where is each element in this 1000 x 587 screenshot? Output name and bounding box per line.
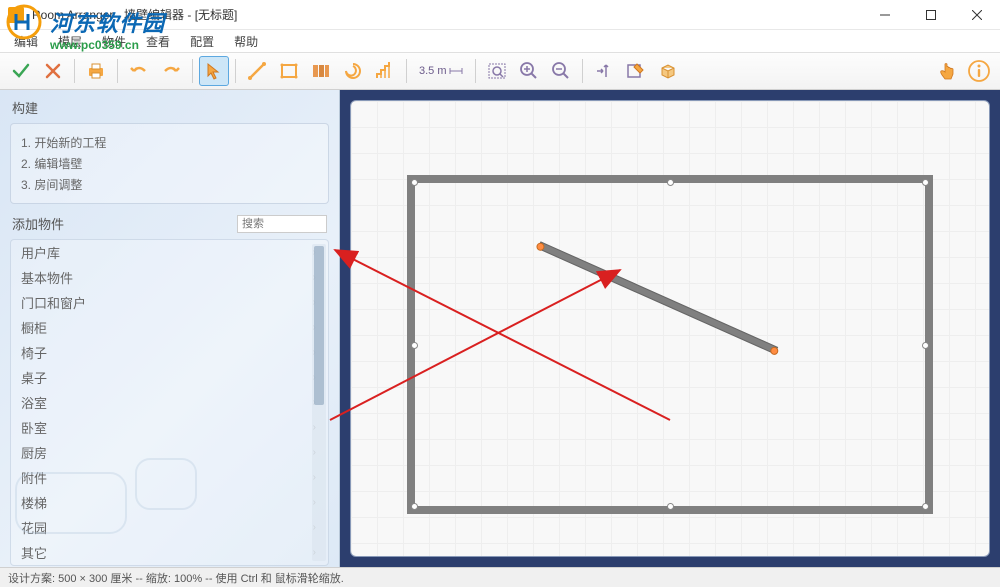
minimize-button[interactable] [862,0,908,30]
info-button[interactable] [964,56,994,86]
category-user[interactable]: 用户库› [11,240,328,265]
search-input[interactable] [237,215,327,233]
scrollbar-thumb[interactable] [314,246,324,405]
category-scrollbar[interactable] [312,244,326,561]
measure-tool[interactable]: 3.5 m [413,56,469,86]
box-3d-tool[interactable] [653,56,683,86]
build-panel-header: 构建 [0,90,339,123]
toolbar-separator [582,59,583,83]
category-bedroom[interactable]: 卧室› [11,415,328,440]
menubar: 编辑 模层 物件 查看 配置 帮助 [0,30,1000,52]
build-steps-box: 1. 开始新的工程 2. 编辑墙壁 3. 房间调整 [10,123,329,204]
category-garden[interactable]: 花园› [11,515,328,540]
resize-handle[interactable] [922,342,929,349]
resize-handle[interactable] [411,179,418,186]
category-list: 用户库› 基本物件› 门口和窗户› 橱柜› 椅子› 桌子› 浴室› 卧室› 厨房… [10,239,329,566]
zoom-in-button[interactable] [514,56,544,86]
window-title: Room Arranger - 墙壁编辑器 - [无标题] [32,6,237,23]
resize-handle[interactable] [667,179,674,186]
menu-objects[interactable]: 物件 [92,31,136,52]
status-text: 设计方案: 500 × 300 厘米 -- 缩放: 100% -- 使用 Ctr… [8,570,344,586]
select-tool[interactable] [199,56,229,86]
category-chair[interactable]: 椅子› [11,340,328,365]
menu-config[interactable]: 配置 [180,31,224,52]
category-cabinet[interactable]: 橱柜› [11,315,328,340]
statusbar: 设计方案: 500 × 300 厘米 -- 缩放: 100% -- 使用 Ctr… [0,567,1000,587]
category-bath[interactable]: 浴室› [11,390,328,415]
sidebar: 构建 1. 开始新的工程 2. 编辑墙壁 3. 房间调整 添加物件 用户库› 基… [0,90,340,567]
other-library-link[interactable]: 其它库... [0,566,339,567]
toolbar-separator [475,59,476,83]
resize-handle[interactable] [411,503,418,510]
category-kitchen[interactable]: 厨房› [11,440,328,465]
cancel-button[interactable] [38,56,68,86]
wall-tool[interactable] [242,56,272,86]
menu-help[interactable]: 帮助 [224,31,268,52]
undo-button[interactable] [124,56,154,86]
toolbar-separator [117,59,118,83]
category-other[interactable]: 其它› [11,540,328,565]
spiral-tool[interactable] [338,56,368,86]
titlebar: Room Arranger - 墙壁编辑器 - [无标题] [0,0,1000,30]
edit-tool[interactable] [621,56,651,86]
build-step[interactable]: 1. 开始新的工程 [21,132,318,153]
redo-button[interactable] [156,56,186,86]
confirm-button[interactable] [6,56,36,86]
resize-handle[interactable] [411,342,418,349]
room-outline[interactable] [407,175,933,514]
zoom-fit-button[interactable] [482,56,512,86]
close-button[interactable] [954,0,1000,30]
menu-edit[interactable]: 编辑 [4,31,48,52]
category-basic[interactable]: 基本物件› [11,265,328,290]
touch-mode-button[interactable] [932,56,962,86]
toolbar-separator [192,59,193,83]
rectangle-tool[interactable] [274,56,304,86]
toolbar-separator [74,59,75,83]
toolbar-separator [406,59,407,83]
add-objects-header: 添加物件 [12,214,237,233]
resize-handle[interactable] [922,503,929,510]
category-accessory[interactable]: 附件› [11,465,328,490]
stairs-tool[interactable] [370,56,400,86]
toolbar: 3.5 m [0,52,1000,90]
menu-floor[interactable]: 模层 [48,31,92,52]
measure-label: 3.5 m [419,65,447,77]
maximize-button[interactable] [908,0,954,30]
category-stairs[interactable]: 楼梯› [11,490,328,515]
canvas-frame[interactable] [350,100,990,557]
resize-handle[interactable] [667,503,674,510]
wall-texture-tool[interactable] [306,56,336,86]
build-step[interactable]: 2. 编辑墙壁 [21,153,318,174]
app-icon [8,7,24,23]
build-step[interactable]: 3. 房间调整 [21,174,318,195]
resize-handle[interactable] [922,179,929,186]
canvas-area[interactable] [340,90,1000,567]
toolbar-separator [235,59,236,83]
print-button[interactable] [81,56,111,86]
zoom-out-button[interactable] [546,56,576,86]
category-doors[interactable]: 门口和窗户› [11,290,328,315]
arrows-tool[interactable] [589,56,619,86]
menu-view[interactable]: 查看 [136,31,180,52]
category-table[interactable]: 桌子› [11,365,328,390]
